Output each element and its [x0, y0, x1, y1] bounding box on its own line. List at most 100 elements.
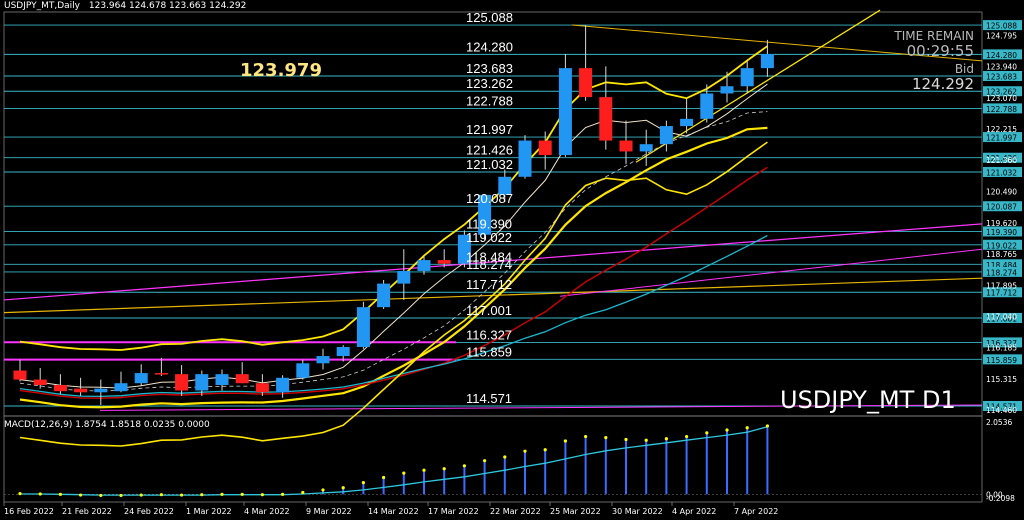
- macd-dot: [402, 471, 406, 475]
- candle-body: [33, 379, 47, 386]
- macd-dot: [321, 488, 325, 492]
- level-label: 122.788: [466, 93, 513, 108]
- candle-body: [235, 374, 249, 384]
- ohlc-values: 123.964 124.678 123.663 124.292: [88, 1, 247, 11]
- candle-body: [377, 283, 391, 308]
- macd-histogram-bar: [524, 451, 526, 495]
- candle-body: [437, 260, 451, 264]
- macd-dot: [543, 448, 547, 452]
- time-axis-label: 4 Mar 2022: [244, 507, 290, 516]
- level-label: 121.426: [466, 143, 513, 158]
- macd-dot: [604, 436, 608, 440]
- level-price-tag-text: 118.274: [986, 268, 1017, 277]
- macd-title: MACD(12,26,9) 1.8754 1.8518 0.0235 0.000…: [4, 420, 210, 430]
- candlesticks: [13, 25, 774, 405]
- price-axis-label: 118.765: [986, 250, 1017, 259]
- macd-dot: [705, 431, 709, 435]
- candle-body: [599, 97, 613, 141]
- macd-histogram-bar: [544, 449, 547, 495]
- candle-body: [13, 370, 27, 380]
- candle-body: [417, 260, 431, 271]
- macd-signal-line: [20, 426, 768, 496]
- candle-body: [276, 377, 290, 393]
- candle-body: [397, 270, 411, 284]
- macd-dot: [301, 490, 305, 495]
- macd-histogram-bar: [705, 432, 708, 495]
- macd-dot: [139, 493, 143, 497]
- candle-body: [720, 86, 734, 94]
- level-label: 121.032: [466, 157, 513, 172]
- macd-histogram-bar: [382, 477, 385, 495]
- time-axis-label: 17 Mar 2022: [428, 507, 479, 516]
- price-axis-label: 123.070: [986, 94, 1017, 103]
- time-axis-label: 30 Mar 2022: [612, 507, 663, 516]
- candle-body: [94, 388, 108, 393]
- candle-body: [659, 126, 673, 145]
- level-label: 123.683: [466, 61, 513, 76]
- macd-dot: [220, 492, 224, 496]
- macd-histogram-bar: [685, 436, 688, 495]
- candle-body: [760, 54, 774, 69]
- symbol-watermark: USDJPY_MT D1: [780, 386, 956, 414]
- price-axis-label: 116.185: [986, 344, 1017, 353]
- candle-body: [296, 363, 310, 378]
- macd-dot: [18, 491, 22, 496]
- macd-histogram-bar: [564, 440, 567, 495]
- macd-dot: [523, 449, 527, 453]
- level-label: 125.088: [466, 10, 513, 25]
- macd-dot: [664, 437, 669, 441]
- macd-dot: [99, 493, 103, 498]
- macd-dot: [422, 468, 426, 472]
- bid-value: 124.292: [911, 75, 974, 93]
- time-axis-label: 9 Mar 2022: [306, 507, 352, 516]
- level-price-tag-text: 119.390: [986, 228, 1017, 237]
- candle-body: [255, 383, 269, 393]
- macd-dot: [745, 426, 749, 430]
- macd-dot: [240, 492, 244, 496]
- price-chart[interactable]: 125.088124.280123.683123.262122.788121.9…: [0, 0, 1024, 520]
- time-axis-label: 16 Feb 2022: [4, 507, 54, 516]
- macd-histogram-bar: [746, 427, 749, 495]
- macd-dot: [79, 493, 83, 497]
- macd-dot: [361, 481, 365, 485]
- macd-dot: [58, 492, 63, 496]
- trend-line: [559, 248, 983, 297]
- macd-dot: [119, 493, 123, 498]
- candle-body: [154, 373, 168, 375]
- macd-histogram-bar: [402, 473, 405, 495]
- macd-histogram-bar: [726, 429, 728, 495]
- symbol-title: USDJPY_MT,Daily: [4, 1, 81, 11]
- level-price-tag-text: 122.788: [986, 105, 1017, 114]
- candle-body: [579, 68, 593, 98]
- candle-body: [316, 356, 330, 364]
- price-axis-label: 124.795: [986, 32, 1017, 41]
- macd-histogram-bar: [645, 440, 648, 495]
- price-axis-label: 117.040: [986, 313, 1017, 322]
- time-remain-label: TIME REMAIN: [894, 29, 974, 43]
- price-axis-label: 114.460: [986, 406, 1017, 415]
- macd-dot: [442, 467, 446, 471]
- level-label: 116.327: [466, 327, 512, 342]
- chart-header: USDJPY_MT,Daily 123.964 124.678 123.663 …: [4, 1, 246, 11]
- macd-dot: [200, 493, 204, 497]
- candle-body: [336, 347, 350, 357]
- macd-histogram-bar: [604, 437, 607, 495]
- candle-body: [114, 383, 128, 392]
- macd-axis-label: 2.0536: [986, 418, 1012, 427]
- level-price-tag-text: 115.859: [986, 356, 1017, 365]
- level-label: 117.001: [466, 303, 512, 318]
- macd-histogram-bar: [766, 425, 769, 495]
- macd-dot: [462, 464, 466, 468]
- macd-dot: [260, 493, 264, 497]
- time-axis-label: 25 Mar 2022: [550, 507, 601, 516]
- candle-body: [538, 140, 552, 156]
- level-label: 121.997: [466, 122, 513, 137]
- macd-axis-label: -0.2098: [986, 494, 1015, 503]
- macd-dot: [644, 438, 648, 442]
- price-axis-label: 122.215: [986, 125, 1017, 134]
- macd-histogram-bar: [362, 482, 365, 495]
- level-label: 115.859: [466, 344, 512, 359]
- macd-histogram-bar: [463, 465, 466, 495]
- level-label: 123.262: [466, 76, 513, 91]
- candle-body: [356, 307, 370, 347]
